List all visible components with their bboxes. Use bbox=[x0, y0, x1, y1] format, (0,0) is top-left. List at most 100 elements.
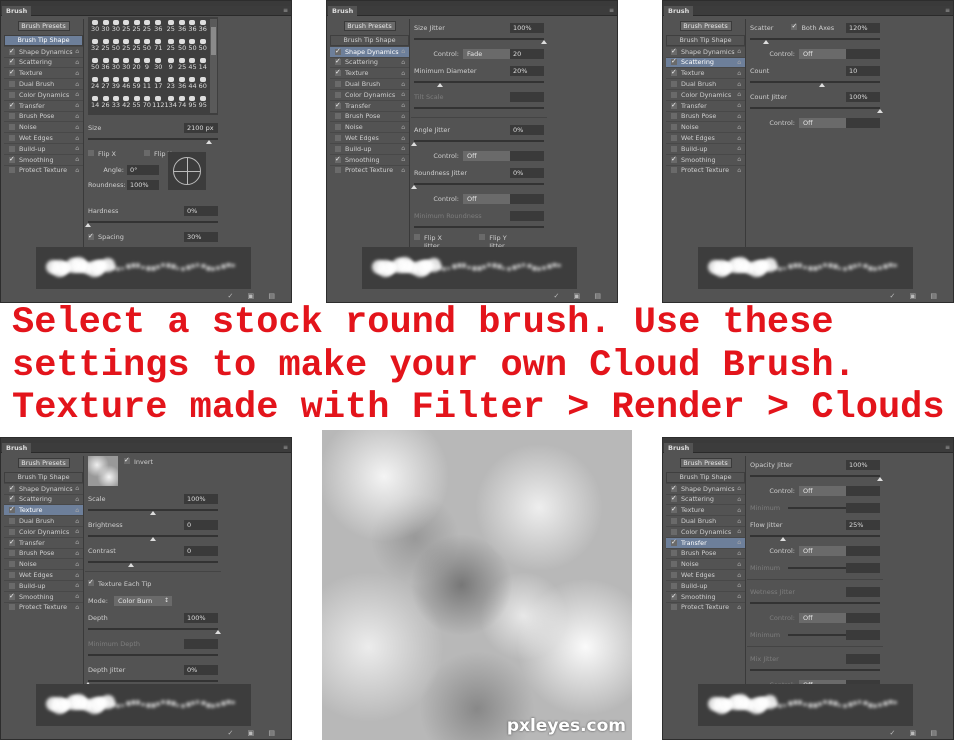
sidebar-item[interactable]: Brush Tip Shape bbox=[330, 35, 409, 46]
checkbox[interactable] bbox=[335, 167, 341, 174]
lock-icon[interactable]: ⌂ bbox=[737, 604, 741, 611]
brush-tip[interactable]: 14 bbox=[198, 57, 208, 76]
lock-icon[interactable]: ⌂ bbox=[75, 135, 79, 142]
slider-thumb[interactable] bbox=[541, 40, 547, 44]
sidebar-item[interactable]: ✓ Smoothing ⌂ bbox=[330, 153, 409, 165]
slider[interactable] bbox=[414, 224, 544, 233]
slider[interactable] bbox=[750, 600, 880, 609]
sidebar-item[interactable]: Protect Texture ⌂ bbox=[666, 601, 745, 613]
lock-icon[interactable]: ⌂ bbox=[75, 81, 79, 88]
brush-tip[interactable]: 36 bbox=[152, 19, 164, 38]
sidebar-item[interactable]: ✓ Smoothing ⌂ bbox=[666, 590, 745, 602]
lock-icon[interactable]: ⌂ bbox=[75, 582, 79, 589]
slider[interactable] bbox=[750, 473, 883, 482]
control-value-input[interactable] bbox=[846, 545, 880, 556]
brush-presets-button[interactable]: Brush Presets bbox=[679, 458, 732, 468]
checkbox[interactable]: ✓ bbox=[88, 578, 94, 586]
roundness-input[interactable]: 100% bbox=[127, 179, 159, 190]
checkbox[interactable] bbox=[9, 145, 15, 152]
lock-icon[interactable]: ⌂ bbox=[737, 135, 741, 142]
checkbox[interactable] bbox=[335, 113, 341, 120]
checkbox[interactable] bbox=[479, 233, 486, 240]
brush-tip[interactable]: 24 bbox=[90, 76, 100, 95]
control-value-input[interactable] bbox=[846, 117, 880, 128]
brush-tip[interactable]: 23 bbox=[165, 76, 177, 95]
checkbox[interactable]: ✓ bbox=[671, 101, 677, 109]
sidebar-item[interactable]: Color Dynamics ⌂ bbox=[330, 88, 409, 100]
both-axes-checkbox[interactable]: ✓ Both Axes bbox=[791, 22, 834, 32]
panel-tab-brush[interactable]: Brush bbox=[664, 443, 694, 453]
brush-tip[interactable]: 11 bbox=[142, 76, 152, 95]
slider[interactable] bbox=[750, 667, 880, 676]
brush-tip[interactable]: 25 bbox=[121, 19, 131, 38]
slider-thumb[interactable] bbox=[877, 109, 883, 113]
lock-icon[interactable]: ⌂ bbox=[75, 145, 79, 152]
checkbox[interactable]: ✓ bbox=[671, 47, 677, 55]
checkbox[interactable]: ✓ bbox=[9, 538, 15, 546]
checkbox[interactable] bbox=[671, 572, 677, 579]
sidebar-item[interactable]: Dual Brush ⌂ bbox=[666, 78, 745, 89]
lock-icon[interactable]: ⌂ bbox=[75, 113, 79, 120]
value-input[interactable]: 0% bbox=[510, 124, 544, 135]
panel-tab-brush[interactable]: Brush bbox=[328, 6, 358, 16]
lock-icon[interactable]: ⌂ bbox=[737, 167, 741, 174]
brush-tip[interactable]: 112 bbox=[152, 95, 165, 114]
lock-icon[interactable]: ⌂ bbox=[737, 59, 741, 66]
value-input[interactable]: 100% bbox=[846, 459, 880, 470]
panel-tab-brush[interactable]: Brush bbox=[664, 6, 694, 16]
checkbox[interactable] bbox=[671, 561, 677, 568]
brush-tip[interactable]: 50 bbox=[90, 57, 100, 76]
footer-icons[interactable]: ✓ ▣ ▤ bbox=[553, 292, 607, 300]
sidebar-item[interactable]: ✓ Texture ⌂ bbox=[666, 504, 745, 515]
slider[interactable] bbox=[750, 79, 880, 88]
checkbox[interactable]: ✓ bbox=[671, 484, 677, 492]
value-input[interactable] bbox=[846, 586, 880, 597]
minimum-slider[interactable] bbox=[788, 566, 847, 569]
brush-tip[interactable]: 14 bbox=[90, 95, 100, 114]
slider[interactable] bbox=[88, 652, 218, 661]
sidebar-item[interactable]: Wet Edges ⌂ bbox=[4, 132, 83, 143]
sidebar-item[interactable]: ✓ Smoothing ⌂ bbox=[4, 153, 83, 165]
sidebar-item[interactable]: Build-up ⌂ bbox=[330, 142, 409, 154]
brush-tip[interactable]: 25 bbox=[121, 38, 131, 57]
slider[interactable] bbox=[411, 181, 544, 190]
checkbox[interactable] bbox=[9, 81, 15, 88]
sidebar-item[interactable]: Noise ⌂ bbox=[330, 121, 409, 132]
checkbox[interactable] bbox=[335, 135, 341, 142]
checkbox[interactable]: ✓ bbox=[9, 506, 15, 514]
panel-menu-icon[interactable]: ≡ bbox=[945, 444, 950, 451]
sidebar-item[interactable]: Build-up ⌂ bbox=[666, 142, 745, 154]
brush-tip[interactable]: 70 bbox=[142, 95, 152, 114]
brush-tip[interactable]: 20 bbox=[131, 57, 141, 76]
brush-tip[interactable]: 25 bbox=[165, 19, 177, 38]
checkbox[interactable] bbox=[9, 167, 15, 174]
slider-thumb[interactable] bbox=[818, 83, 825, 87]
sidebar-item[interactable]: ✓ Texture ⌂ bbox=[666, 67, 745, 78]
lock-icon[interactable]: ⌂ bbox=[401, 156, 405, 163]
brush-tip[interactable]: 17 bbox=[152, 76, 164, 95]
lock-icon[interactable]: ⌂ bbox=[737, 70, 741, 77]
sidebar-item[interactable]: Protect Texture ⌂ bbox=[4, 601, 83, 613]
brush-tip[interactable]: 30 bbox=[111, 19, 121, 38]
lock-icon[interactable]: ⌂ bbox=[737, 528, 741, 535]
sidebar-item[interactable]: Brush Tip Shape bbox=[666, 472, 745, 483]
brush-tip[interactable]: 50 bbox=[198, 38, 208, 57]
brush-tip[interactable]: 25 bbox=[131, 19, 141, 38]
checkbox[interactable] bbox=[671, 550, 677, 557]
checkbox[interactable]: ✓ bbox=[9, 58, 15, 66]
sidebar-item[interactable]: Color Dynamics ⌂ bbox=[666, 525, 745, 537]
sidebar-item[interactable]: Noise ⌂ bbox=[4, 558, 83, 569]
brush-tip[interactable]: 30 bbox=[111, 57, 121, 76]
sidebar-item[interactable]: Build-up ⌂ bbox=[666, 579, 745, 591]
checkbox[interactable] bbox=[335, 145, 341, 152]
sidebar-item[interactable]: ✓ Transfer ⌂ bbox=[330, 99, 409, 111]
slider-thumb[interactable] bbox=[215, 630, 221, 634]
brush-tip[interactable]: 45 bbox=[187, 57, 197, 76]
sidebar-item[interactable]: Brush Pose ⌂ bbox=[666, 110, 745, 122]
lock-icon[interactable]: ⌂ bbox=[75, 507, 79, 514]
sidebar-item[interactable]: Build-up ⌂ bbox=[4, 142, 83, 154]
lock-icon[interactable]: ⌂ bbox=[737, 48, 741, 55]
lock-icon[interactable]: ⌂ bbox=[75, 59, 79, 66]
sidebar-item[interactable]: Dual Brush ⌂ bbox=[4, 515, 83, 526]
lock-icon[interactable]: ⌂ bbox=[737, 593, 741, 600]
